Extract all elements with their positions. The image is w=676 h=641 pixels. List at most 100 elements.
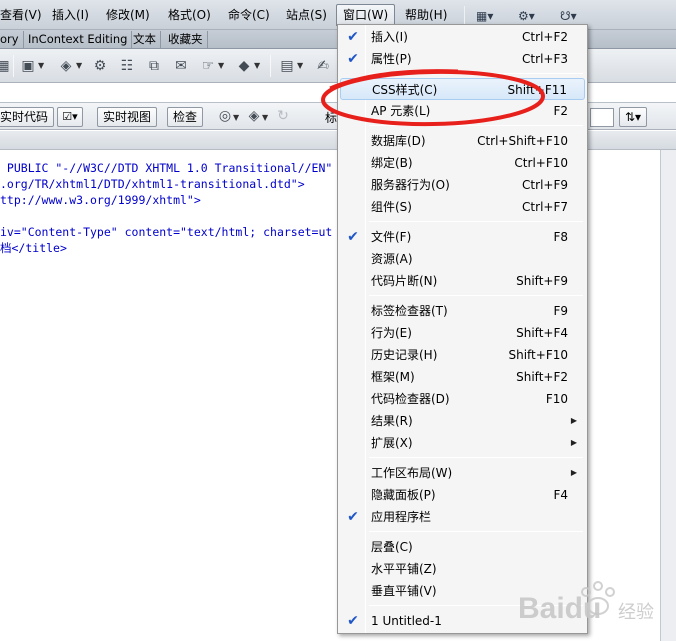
menu-modify[interactable]: 修改(M) (106, 7, 150, 24)
chevron-down-icon[interactable]: ▼ (254, 61, 260, 70)
inspect-button[interactable]: 检查 (167, 107, 204, 127)
gear-icon[interactable]: ⚙▾ (518, 8, 548, 24)
menu-view[interactable]: 查看(V) (0, 7, 42, 24)
widget-icon[interactable]: ⚙ (89, 56, 111, 76)
menu-help[interactable]: 帮助(H) (405, 7, 447, 24)
menu-item-label: 水平平铺(Z) (371, 562, 437, 576)
menu-separator (369, 531, 583, 532)
chevron-down-icon[interactable]: ▼ (262, 113, 268, 122)
menu-item-label: 应用程序栏 (371, 510, 432, 524)
menu-item-层叠[interactable]: 层叠(C) (340, 536, 585, 558)
menu-item-label: 垂直平铺(V) (371, 584, 437, 598)
templates-icon[interactable]: ▤ (276, 56, 298, 76)
menu-item-工作区布局[interactable]: 工作区布局(W) ▶ (340, 462, 585, 484)
submenu-arrow-icon: ▶ (570, 416, 577, 425)
watermark-text: Baidu (518, 592, 601, 625)
chevron-down-icon[interactable]: ▼ (38, 61, 44, 70)
menu-item-绑定[interactable]: 绑定(B) Ctrl+F10 (340, 152, 585, 174)
menu-item-label: 结果(R) (371, 414, 413, 428)
code-line: .org/TR/xhtml1/DTD/xhtml1-transitional.d… (0, 177, 305, 191)
menu-item-shortcut: Ctrl+F3 (522, 52, 568, 66)
menu-item-label: 服务器行为(O) (371, 178, 450, 192)
server-include-icon[interactable]: ⧉ (143, 56, 165, 76)
menu-item-插入[interactable]: ✔ 插入(I) Ctrl+F2 (340, 26, 585, 48)
layout-icon[interactable]: ▦▾ (476, 8, 506, 24)
menu-item-label: 绑定(B) (371, 156, 413, 170)
menu-item-label: 隐藏面板(P) (371, 488, 436, 502)
menu-item-label: 文件(F) (371, 230, 412, 244)
head-icon[interactable]: ☞ (197, 56, 219, 76)
check-icon: ✔ (347, 29, 359, 45)
menu-item-结果[interactable]: 结果(R) ▶ (340, 410, 585, 432)
site-map-icon[interactable]: ☋▾ (560, 8, 590, 24)
menu-insert[interactable]: 插入(I) (52, 7, 89, 24)
menu-item-历史记录[interactable]: 历史记录(H) Shift+F10 (340, 344, 585, 366)
menu-item-行为[interactable]: 行为(E) Shift+F4 (340, 322, 585, 344)
refresh-icon[interactable]: ↻ (272, 106, 294, 126)
menu-item-label: 资源(A) (371, 252, 413, 266)
menu-item-组件[interactable]: 组件(S) Ctrl+F7 (340, 196, 585, 218)
image-icon[interactable]: ▣ (17, 56, 39, 76)
menu-item-应用程序栏[interactable]: ✔ 应用程序栏 (340, 506, 585, 528)
menu-item-框架[interactable]: 框架(M) Shift+F2 (340, 366, 585, 388)
code-line: ttp://www.w3.org/1999/xhtml"> (0, 193, 201, 207)
menu-item-服务器行为[interactable]: 服务器行为(O) Ctrl+F9 (340, 174, 585, 196)
menu-item-文件[interactable]: ✔ 文件(F) F8 (340, 226, 585, 248)
menu-item-标签检查器[interactable]: 标签检查器(T) F9 (340, 300, 585, 322)
menu-item-扩展[interactable]: 扩展(X) ▶ (340, 432, 585, 454)
check-icon: ✔ (347, 613, 359, 629)
menu-item-shortcut: F10 (545, 392, 568, 406)
menu-item-label: 行为(E) (371, 326, 412, 340)
menu-item-label: 扩展(X) (371, 436, 413, 450)
date-icon[interactable]: ☷ (116, 56, 138, 76)
menu-window[interactable]: 窗口(W) (336, 4, 396, 26)
live-view-button[interactable]: 实时视图 (97, 107, 158, 127)
tab-incontext-editing[interactable]: InContext Editing (24, 31, 133, 48)
title-input[interactable] (590, 108, 614, 127)
check-browser-icon[interactable]: ☑▾ (57, 107, 83, 127)
live-code-button[interactable]: 实时代码 (0, 107, 55, 127)
chevron-down-icon[interactable]: ▼ (297, 61, 303, 70)
chevron-down-icon[interactable]: ▼ (233, 113, 239, 122)
menu-item-shortcut: Shift+F10 (508, 348, 568, 362)
menu-item-label: 工作区布局(W) (371, 466, 453, 480)
menu-separator (369, 221, 583, 222)
comment-icon[interactable]: ✉ (170, 56, 192, 76)
menu-site[interactable]: 站点(S) (286, 7, 327, 24)
chevron-down-icon[interactable]: ▼ (218, 61, 224, 70)
menu-item-label: 代码检查器(D) (371, 392, 450, 406)
menu-item-shortcut: Shift+F9 (516, 274, 568, 288)
menu-item-代码检查器[interactable]: 代码检查器(D) F10 (340, 388, 585, 410)
menu-item-代码片断[interactable]: 代码片断(N) Shift+F9 (340, 270, 585, 292)
menu-item-shortcut: Ctrl+Shift+F10 (477, 134, 568, 148)
menu-item-label: 插入(I) (371, 30, 408, 44)
check-icon: ✔ (347, 229, 359, 245)
menu-item-资源[interactable]: 资源(A) (340, 248, 585, 270)
menu-separator (369, 457, 583, 458)
menu-item-label: 代码片断(N) (371, 274, 438, 288)
menubar-separator (464, 6, 465, 24)
code-line: iv="Content-Type" content="text/html; ch… (0, 225, 333, 239)
tab-history[interactable]: ory (0, 31, 24, 48)
menu-format[interactable]: 格式(O) (168, 7, 211, 24)
toolbar-separator (270, 55, 271, 77)
hyperlink-icon[interactable]: ▦ (0, 56, 14, 76)
menu-item-隐藏面板[interactable]: 隐藏面板(P) F4 (340, 484, 585, 506)
vertical-scrollbar[interactable] (660, 150, 676, 641)
menu-item-shortcut: Ctrl+F10 (514, 156, 568, 170)
menu-item-数据库[interactable]: 数据库(D) Ctrl+Shift+F10 (340, 130, 585, 152)
tab-favorites[interactable]: 收藏夹 (164, 31, 208, 48)
menu-item-label: 框架(M) (371, 370, 415, 384)
menu-item-shortcut: F8 (553, 230, 568, 244)
submenu-arrow-icon: ▶ (570, 438, 577, 447)
menu-commands[interactable]: 命令(C) (228, 7, 270, 24)
media-icon[interactable]: ◈ (55, 56, 77, 76)
tab-text[interactable]: 文本 (129, 31, 161, 48)
file-management-icon[interactable]: ⇅▾ (619, 107, 647, 127)
menu-separator (369, 295, 583, 296)
chevron-down-icon[interactable]: ▼ (76, 61, 82, 70)
baidu-watermark: Baidu 经验 (518, 581, 654, 625)
script-icon[interactable]: ◆ (233, 56, 255, 76)
menu-item-shortcut: F2 (553, 104, 568, 118)
toolbar-separator (13, 55, 14, 77)
